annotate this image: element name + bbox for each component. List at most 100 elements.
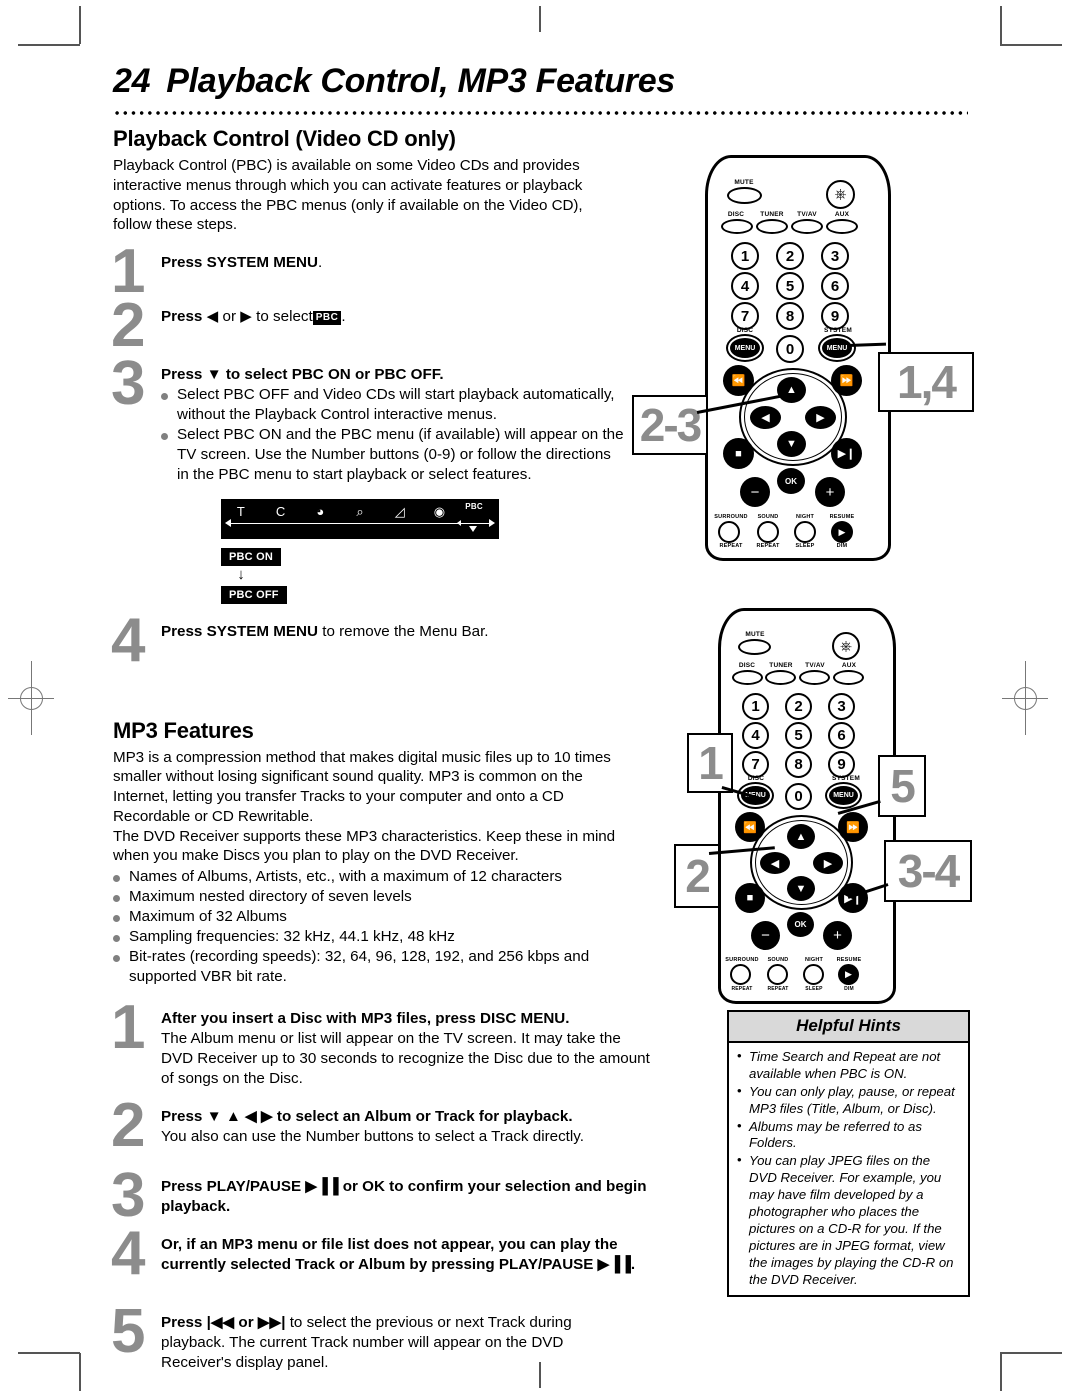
remote-bottom-volume-down-button[interactable]: − <box>751 921 780 950</box>
remote-bottom-num-4[interactable]: 4 <box>742 722 769 749</box>
remote-bottom-power-button[interactable]: ⎈ <box>832 632 860 660</box>
remote-bottom-num-5[interactable]: 5 <box>785 722 812 749</box>
helpful-hints-body: Time Search and Repeat are not available… <box>729 1043 968 1295</box>
pbc-step-3-number: 3 <box>111 349 146 418</box>
remote-top-power-button[interactable]: ⎈ <box>826 180 855 209</box>
remote-top-num-7[interactable]: 7 <box>731 302 759 330</box>
remote-top-volume-up-button[interactable]: + <box>815 477 845 507</box>
mp3-step-3-heading: Press PLAY/PAUSE ▶▐▐ or OK to confirm yo… <box>161 1178 647 1216</box>
crop-mark-bottom-right-h <box>1000 1352 1062 1354</box>
remote-top-num-6[interactable]: 6 <box>821 272 849 300</box>
remote-bottom-num-9[interactable]: 9 <box>828 751 855 778</box>
remote-bottom-mute-button[interactable] <box>738 639 771 655</box>
manual-page: 24 Playback Control, MP3 Features Playbac… <box>0 0 1080 1397</box>
crop-mark-top-left-v <box>79 6 81 44</box>
remote-top-volume-down-button[interactable]: − <box>740 477 770 507</box>
remote-bottom-night-button[interactable] <box>803 964 824 985</box>
remote-bottom-tuner-label: TUNER <box>769 662 793 669</box>
remote-bottom-resume-label: RESUME <box>836 957 862 963</box>
remote-top-ok-button[interactable]: OK <box>777 468 805 494</box>
list-item: Albums may be referred to as Folders. <box>735 1118 960 1153</box>
remote-top-aux-button[interactable] <box>826 219 858 234</box>
remote-bottom-num-6[interactable]: 6 <box>828 722 855 749</box>
crop-mark-top-left-h <box>18 44 80 46</box>
helpful-hints-list: Time Search and Repeat are not available… <box>735 1048 960 1288</box>
pbc-step-4-bold: Press SYSTEM MENU <box>161 622 318 640</box>
remote-top-disc-menu-button[interactable]: MENU <box>728 336 762 360</box>
remote-top-num-8[interactable]: 8 <box>776 302 804 330</box>
remote-top-stop-button[interactable]: ■ <box>723 438 754 469</box>
remote-top-callout-right: 1,4 <box>878 352 974 412</box>
zoom-icon: ⌕ <box>356 503 364 519</box>
remote-top-prev-button[interactable]: ⏪ <box>723 365 754 396</box>
crop-mark-bottom-left-h <box>18 1352 80 1354</box>
remote-bottom-left-button[interactable]: ◀ <box>760 852 790 874</box>
remote-top-num-1[interactable]: 1 <box>731 242 759 270</box>
remote-bottom-num-2[interactable]: 2 <box>785 693 812 720</box>
remote-top-surround-button[interactable] <box>718 521 740 543</box>
pbc-step-2-tail: . <box>341 308 346 325</box>
remote-bottom-ok-button[interactable]: OK <box>787 912 814 937</box>
pbc-step-1-bold: Press SYSTEM MENU <box>161 254 318 271</box>
remote-top-num-5[interactable]: 5 <box>776 272 804 300</box>
remote-bottom-num-3[interactable]: 3 <box>828 693 855 720</box>
crop-mark-bottom-left-v <box>79 1353 81 1391</box>
remote-top-next-button[interactable]: ⏩ <box>831 365 862 396</box>
remote-top-mute-label: MUTE <box>734 179 754 186</box>
remote-bottom-next-button[interactable]: ⏩ <box>838 812 868 842</box>
remote-top-tvav-button[interactable] <box>791 219 823 234</box>
remote-bottom-tuner-button[interactable] <box>765 670 796 685</box>
remote-bottom-disc-button[interactable] <box>732 670 763 685</box>
osd-cursor-tick-icon <box>457 520 461 527</box>
mp3-step-1-body: The Album menu or list will appear on th… <box>161 1030 650 1088</box>
list-item: Maximum nested directory of seven levels <box>113 887 603 907</box>
remote-bottom-play-pause-button[interactable]: ▶❙ <box>838 883 868 913</box>
remote-bottom-down-button[interactable]: ▼ <box>787 876 815 901</box>
remote-top-system-menu-button[interactable]: MENU <box>820 336 854 360</box>
remote-top-right-button[interactable]: ▶ <box>805 406 836 429</box>
remote-top-num-4[interactable]: 4 <box>731 272 759 300</box>
remote-top-disc-menu-label: DISC <box>736 327 754 334</box>
remote-bottom-prev-button[interactable]: ⏪ <box>735 812 765 842</box>
mp3-para-2: The DVD Receiver supports these MP3 char… <box>113 827 616 865</box>
remote-bottom-disc-label: DISC <box>738 662 756 669</box>
remote-bottom-num-0[interactable]: 0 <box>785 783 812 810</box>
remote-bottom-sound-button[interactable] <box>767 964 788 985</box>
angle-icon: ◿ <box>394 503 405 519</box>
remote-top-resume-button[interactable]: ▶ <box>831 521 853 543</box>
remote-top-disc-button[interactable] <box>721 219 753 234</box>
remote-bottom-volume-up-button[interactable]: + <box>823 921 852 950</box>
remote-top-up-button[interactable]: ▲ <box>777 377 806 403</box>
contrast-icon: ◉ <box>433 503 446 519</box>
remote-top-tuner-button[interactable] <box>756 219 788 234</box>
osd-menu-icons: T C ◕ ⌕ ◿ ◉ <box>221 502 499 520</box>
list-item: Time Search and Repeat are not available… <box>735 1048 960 1083</box>
mp3-characteristics-list: Names of Albums, Artists, etc., with a m… <box>113 867 603 987</box>
remote-bottom-stop-button[interactable]: ■ <box>735 883 765 913</box>
remote-top-play-pause-button[interactable]: ▶❙ <box>831 438 862 469</box>
remote-bottom-tvav-label: TV/AV <box>805 662 825 669</box>
remote-top-num-0[interactable]: 0 <box>776 335 804 363</box>
remote-top-mute-button[interactable] <box>727 187 762 204</box>
remote-top-left-button[interactable]: ◀ <box>750 406 781 429</box>
remote-bottom-resume-button[interactable]: ▶ <box>838 964 859 985</box>
remote-bottom-system-menu-button[interactable]: MENU <box>827 784 860 807</box>
remote-top-num-2[interactable]: 2 <box>776 242 804 270</box>
remote-bottom-tvav-button[interactable] <box>799 670 830 685</box>
remote-bottom-num-7[interactable]: 7 <box>742 751 769 778</box>
remote-top-night-button[interactable] <box>794 521 816 543</box>
remote-top-dim-label: DIM <box>836 543 848 549</box>
remote-top-down-button[interactable]: ▼ <box>777 431 806 457</box>
remote-bottom-surround-button[interactable] <box>730 964 751 985</box>
remote-top-sound-button[interactable] <box>757 521 779 543</box>
page-title-text: Playback Control, MP3 Features <box>166 62 675 100</box>
remote-bottom-aux-button[interactable] <box>833 670 864 685</box>
page-number: 24 <box>113 62 151 100</box>
remote-bottom-num-1[interactable]: 1 <box>742 693 769 720</box>
remote-bottom-num-8[interactable]: 8 <box>785 751 812 778</box>
pbc-toggle-arrow-icon: ↓ <box>237 566 245 584</box>
remote-bottom-up-button[interactable]: ▲ <box>787 824 815 849</box>
remote-top-num-3[interactable]: 3 <box>821 242 849 270</box>
remote-bottom-right-button[interactable]: ▶ <box>813 852 843 874</box>
remote-top-num-9[interactable]: 9 <box>821 302 849 330</box>
